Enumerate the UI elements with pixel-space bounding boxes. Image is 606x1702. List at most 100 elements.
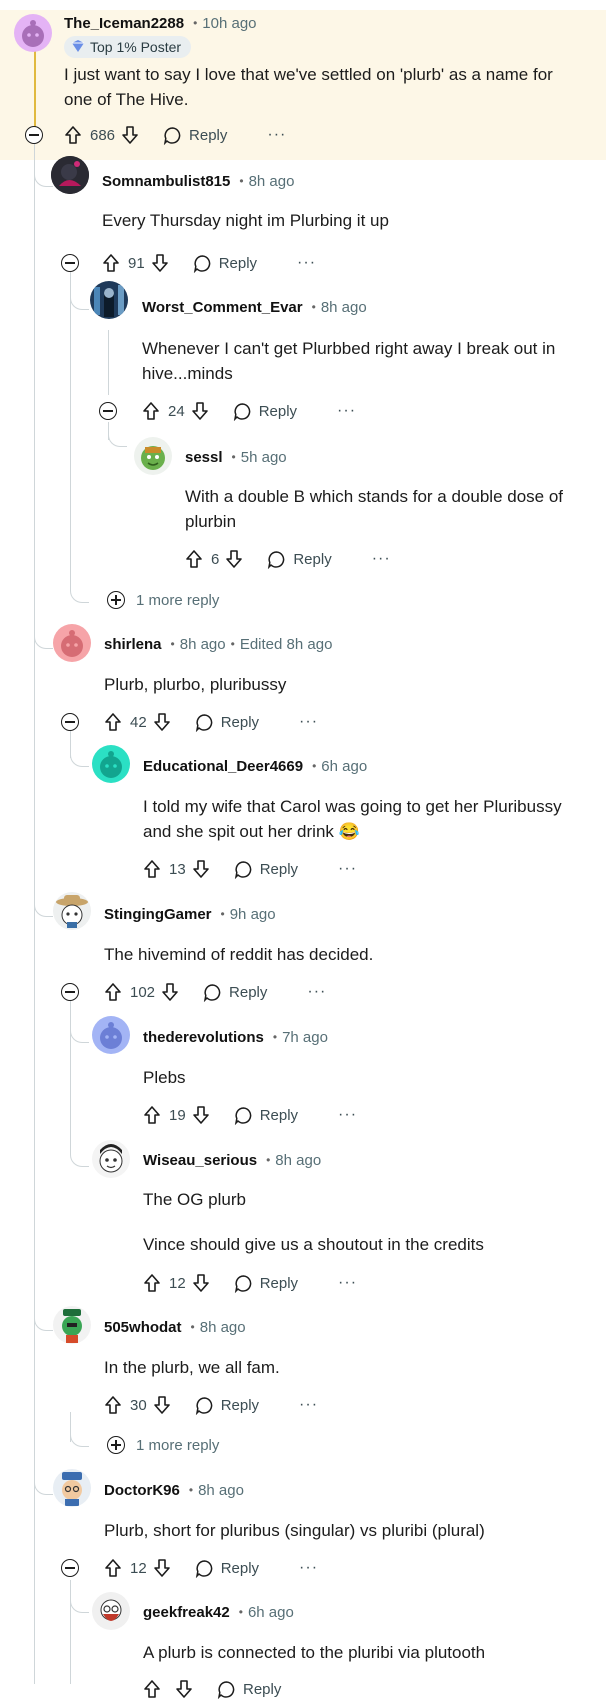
- comment-body: Plurb, short for pluribus (singular) vs …: [104, 1521, 485, 1540]
- more-options-button[interactable]: ···: [297, 254, 316, 272]
- username[interactable]: Worst_Comment_Evar: [142, 299, 303, 316]
- username[interactable]: shirlena: [104, 636, 162, 653]
- avatar[interactable]: [92, 745, 130, 783]
- downvote-icon[interactable]: [192, 1273, 210, 1293]
- avatar[interactable]: [53, 892, 91, 930]
- more-options-button[interactable]: ···: [372, 550, 391, 568]
- username[interactable]: The_Iceman2288: [64, 15, 184, 32]
- timestamp[interactable]: 8h ago: [275, 1152, 321, 1169]
- thread-elbow: [70, 291, 89, 310]
- more-options-button[interactable]: ···: [338, 1106, 357, 1124]
- username[interactable]: sessl: [185, 449, 223, 466]
- reply-button[interactable]: Reply: [234, 1106, 298, 1125]
- expand-replies-button[interactable]: [107, 591, 125, 609]
- timestamp[interactable]: 7h ago: [282, 1029, 328, 1046]
- collapse-thread-button[interactable]: [61, 254, 79, 272]
- vote-count: 12: [130, 1559, 147, 1577]
- upvote-icon[interactable]: [104, 1558, 122, 1578]
- avatar[interactable]: [53, 1469, 91, 1507]
- more-options-button[interactable]: ···: [337, 402, 356, 420]
- comment-icon: [268, 550, 285, 569]
- reply-button[interactable]: Reply: [267, 550, 332, 569]
- more-options-button[interactable]: ···: [338, 860, 357, 878]
- upvote-icon[interactable]: [185, 549, 203, 569]
- upvote-icon[interactable]: [143, 1273, 161, 1293]
- downvote-icon[interactable]: [153, 1395, 171, 1415]
- collapse-thread-button[interactable]: [99, 402, 117, 420]
- avatar[interactable]: [51, 156, 89, 194]
- timestamp[interactable]: 6h ago: [248, 1604, 294, 1621]
- reply-button[interactable]: Reply: [163, 126, 227, 145]
- username[interactable]: Wiseau_serious: [143, 1152, 257, 1169]
- more-options-button[interactable]: ···: [299, 713, 318, 731]
- reply-button[interactable]: Reply: [195, 1559, 259, 1578]
- expand-replies-button[interactable]: [107, 1436, 125, 1454]
- username[interactable]: StingingGamer: [104, 906, 212, 923]
- more-replies-link[interactable]: 1 more reply: [136, 1434, 219, 1456]
- username[interactable]: geekfreak42: [143, 1604, 230, 1621]
- username[interactable]: Educational_Deer4669: [143, 758, 303, 775]
- avatar[interactable]: [90, 281, 128, 319]
- avatar[interactable]: [14, 14, 52, 52]
- downvote-icon[interactable]: [161, 982, 179, 1002]
- timestamp[interactable]: 8h ago: [200, 1319, 246, 1336]
- username[interactable]: Somnambulist815: [102, 173, 230, 190]
- downvote-icon[interactable]: [225, 549, 243, 569]
- avatar[interactable]: [92, 1592, 130, 1630]
- upvote-icon[interactable]: [104, 1395, 122, 1415]
- more-replies-link[interactable]: 1 more reply: [136, 589, 219, 611]
- downvote-icon[interactable]: [153, 712, 171, 732]
- more-options-button[interactable]: ···: [338, 1274, 357, 1292]
- more-options-button[interactable]: ···: [267, 126, 286, 144]
- downvote-icon[interactable]: [151, 253, 169, 273]
- timestamp[interactable]: 8h ago: [249, 173, 295, 190]
- collapse-thread-button[interactable]: [25, 126, 43, 144]
- upvote-icon[interactable]: [143, 1679, 161, 1699]
- upvote-icon[interactable]: [102, 253, 120, 273]
- timestamp[interactable]: 10h ago: [202, 15, 256, 32]
- username[interactable]: DoctorK96: [104, 1482, 180, 1499]
- timestamp[interactable]: 8h ago: [321, 299, 367, 316]
- upvote-icon[interactable]: [143, 1105, 161, 1125]
- timestamp[interactable]: 5h ago: [241, 449, 287, 466]
- upvote-icon[interactable]: [104, 712, 122, 732]
- upvote-icon[interactable]: [142, 401, 160, 421]
- username[interactable]: thederevolutions: [143, 1029, 264, 1046]
- more-options-button[interactable]: ···: [299, 1396, 318, 1414]
- avatar[interactable]: [134, 437, 172, 475]
- timestamp[interactable]: 6h ago: [321, 758, 367, 775]
- reply-button[interactable]: Reply: [234, 860, 298, 879]
- reply-button[interactable]: Reply: [217, 1680, 281, 1699]
- upvote-icon[interactable]: [143, 859, 161, 879]
- thread-elbow: [70, 1148, 89, 1167]
- collapse-thread-button[interactable]: [61, 1559, 79, 1577]
- upvote-icon[interactable]: [104, 982, 122, 1002]
- avatar[interactable]: [53, 1306, 91, 1344]
- collapse-thread-button[interactable]: [61, 713, 79, 731]
- downvote-icon[interactable]: [175, 1679, 193, 1699]
- upvote-icon[interactable]: [64, 125, 82, 145]
- more-options-button[interactable]: ···: [307, 983, 326, 1001]
- username[interactable]: 505whodat: [104, 1319, 182, 1336]
- collapse-thread-button[interactable]: [61, 983, 79, 1001]
- timestamp[interactable]: 9h ago: [230, 906, 276, 923]
- downvote-icon[interactable]: [191, 401, 209, 421]
- reply-button[interactable]: Reply: [203, 983, 267, 1002]
- vote-count: 91: [128, 254, 145, 272]
- avatar[interactable]: [53, 624, 91, 662]
- avatar[interactable]: [92, 1140, 130, 1178]
- reply-button[interactable]: Reply: [195, 1396, 259, 1415]
- more-options-button[interactable]: ···: [299, 1559, 318, 1577]
- downvote-icon[interactable]: [192, 859, 210, 879]
- downvote-icon[interactable]: [192, 1105, 210, 1125]
- reply-button[interactable]: Reply: [233, 402, 297, 421]
- reply-button[interactable]: Reply: [193, 254, 257, 273]
- avatar[interactable]: [92, 1016, 130, 1054]
- downvote-icon[interactable]: [121, 125, 139, 145]
- reply-button[interactable]: Reply: [195, 713, 259, 732]
- timestamp[interactable]: 8h ago: [198, 1482, 244, 1499]
- timestamp[interactable]: 8h ago: [180, 636, 226, 653]
- thread-elbow: [70, 1428, 89, 1447]
- downvote-icon[interactable]: [153, 1558, 171, 1578]
- reply-button[interactable]: Reply: [234, 1274, 298, 1293]
